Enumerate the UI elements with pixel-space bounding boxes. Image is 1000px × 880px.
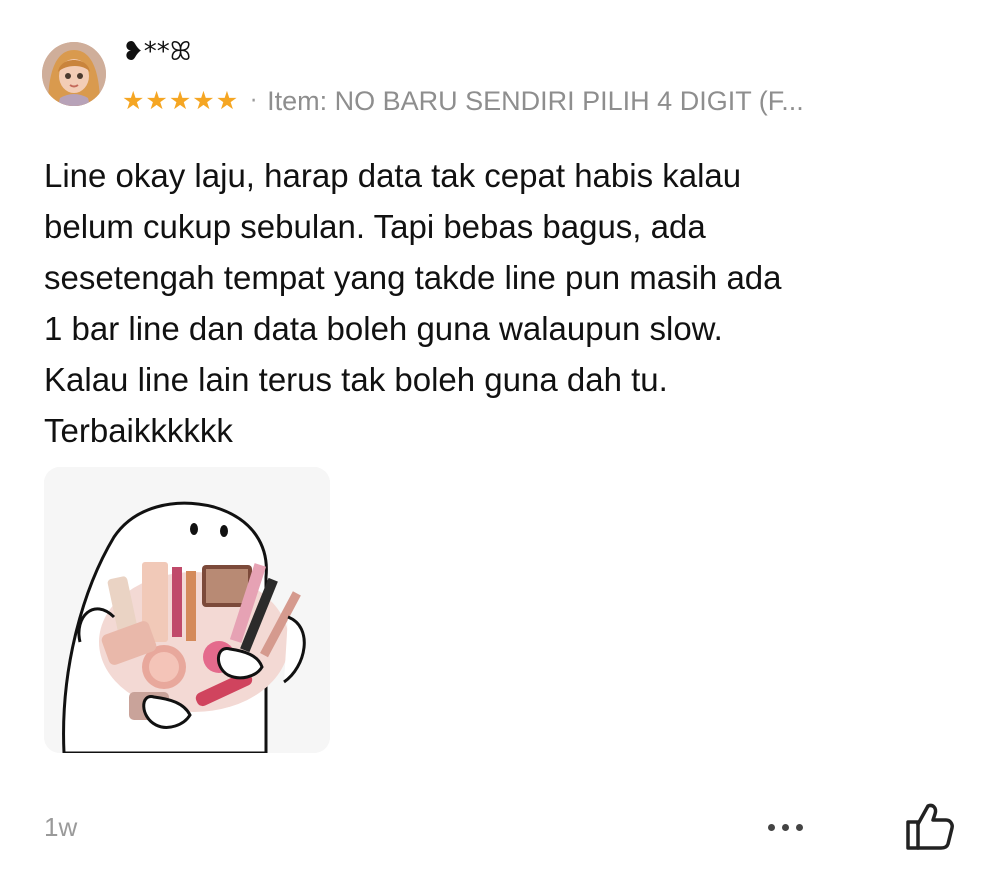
star-icon: ★ [122,86,145,115]
review-photo-sticker [44,467,330,753]
more-dots-icon [767,823,775,831]
username[interactable]: ❥**ꕤ [122,36,191,68]
item-variant-label: Item: NO BARU SENDIRI PILIH 4 DIGIT (F..… [267,86,804,116]
review-timestamp: 1w [44,812,78,842]
more-options-button[interactable] [758,810,812,844]
avatar-image [42,42,106,106]
star-icon: ★ [215,86,239,115]
thumbs-up-icon [906,803,954,850]
star-icon: ★ [168,86,192,115]
star-icon: ★ [192,86,215,115]
star-icon: ★ [145,86,168,115]
review-photo[interactable] [44,467,330,753]
more-dots-icon [781,823,789,831]
avatar[interactable] [42,42,106,106]
like-button[interactable] [900,798,956,854]
more-dots-icon [795,823,803,831]
review-text: Line okay laju, harap data tak cepat hab… [44,157,782,449]
separator-dot: · [250,88,258,114]
star-rating: ★ ★ ★ ★ ★ [122,87,238,115]
rating-row: ★ ★ ★ ★ ★ · Item: NO BARU SENDIRI PILIH … [122,84,804,118]
